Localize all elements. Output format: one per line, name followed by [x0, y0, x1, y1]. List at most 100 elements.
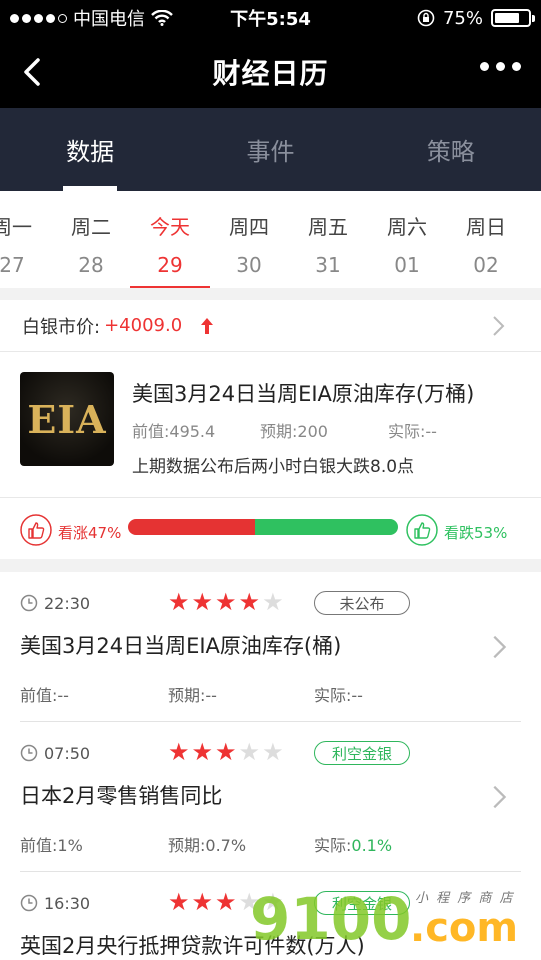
star-empty-icon: ★: [238, 888, 261, 916]
chevron-right-icon: [493, 316, 505, 336]
event-previous: 前值:--: [20, 686, 69, 705]
status-right: 75%: [331, 7, 535, 29]
event-item[interactable]: 22:30 ★ ★ ★ ★ ★ 未公布 美国3月24日当周EIA原油库存(桶) …: [0, 572, 541, 722]
featured-event-card[interactable]: EIA 美国3月24日当周EIA原油库存(万桶) 前值:495.4 预期:200…: [0, 352, 541, 497]
day-date: 02: [473, 253, 499, 277]
chevron-right-icon: [493, 785, 507, 809]
thumbs-up-bull-icon[interactable]: [20, 514, 52, 546]
featured-note: 上期数据公布后两小时白银大跌8.0点: [132, 457, 415, 477]
status-bar: 中国电信 下午5:54 75%: [0, 0, 541, 36]
sentiment-vote: 看涨47% 看跌53%: [0, 497, 541, 559]
day-weekday: 周六: [387, 215, 427, 239]
bull-bar: [128, 519, 255, 535]
featured-expected: 预期:200: [260, 422, 328, 441]
event-title: 美国3月24日当周EIA原油库存(桶): [20, 634, 342, 658]
star-icon: ★: [191, 738, 214, 766]
clock-icon: [20, 744, 38, 762]
star-empty-icon: ★: [262, 738, 284, 766]
carrier-name: 中国电信: [73, 9, 145, 30]
day-date: 01: [394, 253, 420, 277]
star-icon: ★: [238, 588, 261, 616]
actual-value: --: [351, 686, 363, 705]
impact-badge: 利空金银: [314, 891, 410, 915]
bear-label: 看跌53%: [444, 524, 508, 542]
day-date: 30: [236, 253, 262, 277]
day-date: 29: [157, 253, 183, 277]
day-weekday: 今天: [150, 215, 190, 239]
day-weekday: 周二: [71, 215, 111, 239]
star-icon: ★: [215, 888, 237, 916]
day-date: 31: [315, 253, 341, 277]
clock-icon: [20, 894, 38, 912]
day-weekday: 周日: [466, 215, 506, 239]
importance-stars: ★ ★ ★ ★ ★: [168, 740, 284, 764]
event-previous: 前值:1%: [20, 836, 83, 855]
signal-carrier: 中国电信: [10, 5, 210, 31]
star-icon: ★: [215, 738, 237, 766]
tab-bar: 数据 事件 策略: [0, 108, 541, 191]
impact-badge: 利空金银: [314, 741, 410, 765]
actual-value: 0.1%: [351, 836, 393, 855]
battery-percent: 75%: [442, 7, 483, 29]
event-title: 日本2月零售销售同比: [20, 784, 223, 808]
importance-stars: ★ ★ ★ ★ ★: [168, 590, 284, 614]
featured-actual: 实际:--: [388, 422, 437, 441]
event-actual: 实际:0.1%: [314, 832, 392, 856]
event-item[interactable]: 07:50 ★ ★ ★ ★ ★ 利空金银 日本2月零售销售同比 前值:1% 预期…: [0, 722, 541, 872]
signal-icon: [10, 13, 67, 23]
bear-bar: [254, 519, 398, 535]
star-icon: ★: [168, 588, 190, 616]
event-item[interactable]: 16:30 ★ ★ ★ ★ ★ 利空金银 英国2月央行抵押贷款许可件数(万人): [0, 872, 541, 960]
page-title: 财经日历: [212, 57, 329, 90]
event-time: 07:50: [44, 744, 91, 763]
star-icon: ★: [168, 738, 190, 766]
event-title: 英国2月央行抵押贷款许可件数(万人): [20, 934, 365, 958]
nav-bar: 财经日历: [0, 36, 541, 108]
tab-events[interactable]: 事件: [180, 108, 360, 191]
clock-icon: [20, 594, 38, 612]
tab-strategy[interactable]: 策略: [361, 108, 541, 191]
eia-logo: EIA: [20, 372, 114, 466]
event-expected: 预期:0.7%: [168, 836, 247, 855]
day-thu[interactable]: 周四 30: [209, 191, 289, 288]
featured-title: 美国3月24日当周EIA原油库存(万桶): [132, 382, 475, 406]
bull-label: 看涨47%: [58, 524, 122, 542]
up-arrow-icon: [201, 317, 214, 334]
featured-previous: 前值:495.4: [132, 422, 216, 441]
actual-label: 实际:: [314, 686, 352, 705]
star-icon: ★: [215, 588, 237, 616]
day-sun[interactable]: 周日 02: [446, 191, 526, 288]
star-icon: ★: [191, 588, 214, 616]
week-strip: 周一 27 周二 28 今天 29 周四 30 周五 31 周六 01 周日 0…: [0, 191, 541, 288]
wifi-icon: [151, 10, 173, 26]
day-weekday: 周四: [229, 215, 269, 239]
day-mon[interactable]: 周一 27: [0, 191, 52, 288]
battery-icon: [491, 9, 535, 27]
chevron-right-icon: [493, 635, 507, 659]
day-sat[interactable]: 周六 01: [367, 191, 447, 288]
rotation-lock-icon: [417, 9, 435, 27]
tab-data[interactable]: 数据: [0, 108, 180, 191]
day-tue[interactable]: 周二 28: [51, 191, 131, 288]
day-weekday: 周一: [0, 215, 32, 239]
event-time: 22:30: [44, 594, 91, 613]
back-icon[interactable]: [16, 54, 52, 90]
silver-price-value: +4009.0: [104, 315, 183, 336]
star-empty-icon: ★: [262, 888, 284, 916]
thumbs-up-bear-icon[interactable]: [406, 514, 438, 546]
star-icon: ★: [191, 888, 214, 916]
silver-price-row[interactable]: 白银市价: +4009.0: [0, 300, 541, 352]
event-actual: 实际:--: [314, 682, 363, 706]
star-empty-icon: ★: [262, 588, 284, 616]
more-icon[interactable]: [480, 62, 521, 71]
event-expected: 预期:--: [168, 686, 217, 705]
status-time: 下午5:54: [230, 9, 311, 30]
battery-level: [495, 13, 519, 23]
silver-price-label: 白银市价:: [22, 316, 101, 338]
day-date: 28: [78, 253, 104, 277]
event-time: 16:30: [44, 894, 91, 913]
day-today[interactable]: 今天 29: [130, 191, 210, 288]
day-fri[interactable]: 周五 31: [288, 191, 368, 288]
importance-stars: ★ ★ ★ ★ ★: [168, 890, 284, 914]
sentiment-bar: [128, 519, 398, 535]
